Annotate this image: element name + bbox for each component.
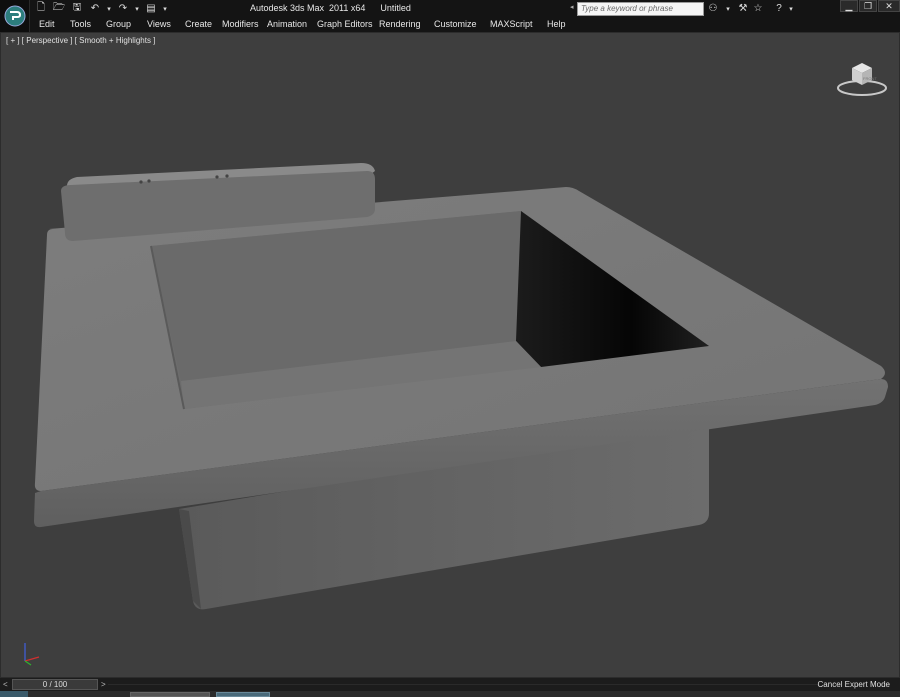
app-name: Autodesk 3ds Max 2011 x64 (250, 3, 366, 13)
taskbar-item[interactable] (130, 692, 210, 697)
title-bar: 🗋 🗁 🖫 ↶ ▾ ↷ ▾ ▤ ▾ Autodesk 3ds Max 2011 … (0, 0, 900, 32)
menu-edit[interactable]: Edit (39, 19, 55, 29)
cancel-expert-mode-button[interactable]: Cancel Expert Mode (818, 680, 890, 689)
3dsmax-logo-icon (4, 5, 26, 27)
viewcube-face-label: FRONT (863, 76, 877, 81)
viewcube-icon[interactable]: FRONT (835, 58, 889, 98)
undo-dropdown-icon[interactable]: ▾ (105, 2, 113, 16)
document-name: Untitled (380, 3, 411, 13)
help-icon[interactable]: ? (772, 2, 786, 16)
time-slider-next-button[interactable]: > (101, 680, 106, 689)
os-taskbar (0, 691, 900, 697)
time-slider-prev-button[interactable]: < (3, 680, 8, 689)
save-icon[interactable]: 🖫 (69, 2, 85, 16)
new-file-icon[interactable]: 🗋 (33, 2, 49, 16)
menu-create[interactable]: Create (185, 19, 212, 29)
perspective-viewport[interactable]: [ + ] [ Perspective ] [ Smooth + Highlig… (0, 32, 900, 678)
window-controls: ▁ ❐ ✕ (840, 0, 900, 14)
star-icon[interactable]: ▾ (721, 2, 735, 16)
quick-access-toolbar: 🗋 🗁 🖫 ↶ ▾ ↷ ▾ ▤ ▾ (33, 1, 169, 16)
faucet-hole (215, 175, 219, 179)
quick-access-dropdown-icon[interactable]: ▾ (161, 2, 169, 16)
restore-button[interactable]: ❐ (859, 0, 877, 12)
application-button[interactable] (0, 0, 30, 32)
track-bar[interactable] (108, 684, 818, 685)
faucet-hole (147, 179, 151, 183)
viewport-label[interactable]: [ + ] [ Perspective ] [ Smooth + Highlig… (6, 36, 155, 45)
redo-icon[interactable]: ↷ (115, 2, 131, 16)
sink-model (34, 163, 888, 610)
faucet-hole (139, 180, 143, 184)
menu-help[interactable]: Help (547, 19, 566, 29)
menu-maxscript[interactable]: MAXScript (490, 19, 533, 29)
minimize-button[interactable]: ▁ (840, 0, 858, 12)
window-title: Autodesk 3ds Max 2011 x64 Untitled (250, 3, 411, 13)
menu-views[interactable]: Views (147, 19, 171, 29)
time-slider[interactable]: 0 / 100 (12, 679, 98, 690)
menu-animation[interactable]: Animation (267, 19, 307, 29)
menu-tools[interactable]: Tools (70, 19, 91, 29)
project-folder-icon[interactable]: ▤ (143, 2, 159, 16)
faucet-hole (225, 174, 229, 178)
binoculars-icon[interactable]: ⚇ (706, 2, 720, 16)
help-dropdown-icon[interactable]: ▾ (787, 2, 795, 16)
menu-graph-editors[interactable]: Graph Editors (317, 19, 373, 29)
taskbar-item[interactable] (216, 692, 270, 697)
time-slider-bar: < 0 / 100 > Cancel Expert Mode (0, 678, 900, 691)
search-expand-icon[interactable]: ◂ (570, 3, 576, 15)
info-center-toolbar: ⚇ ▾ ⚒ ☆ ? ▾ (706, 1, 795, 16)
menu-modifiers[interactable]: Modifiers (222, 19, 259, 29)
menu-bar: Edit Tools Group Views Create Modifiers … (30, 17, 900, 32)
redo-dropdown-icon[interactable]: ▾ (133, 2, 141, 16)
open-file-icon[interactable]: 🗁 (51, 2, 67, 16)
menu-group[interactable]: Group (106, 19, 131, 29)
axis-tripod-icon (24, 643, 40, 666)
menu-rendering[interactable]: Rendering (379, 19, 421, 29)
start-button[interactable] (0, 691, 28, 697)
wrench-icon[interactable]: ⚒ (736, 2, 750, 16)
search-input[interactable]: Type a keyword or phrase (577, 2, 704, 16)
undo-icon[interactable]: ↶ (87, 2, 103, 16)
menu-customize[interactable]: Customize (434, 19, 477, 29)
favorites-star-icon[interactable]: ☆ (751, 2, 765, 16)
close-button[interactable]: ✕ (878, 0, 900, 12)
